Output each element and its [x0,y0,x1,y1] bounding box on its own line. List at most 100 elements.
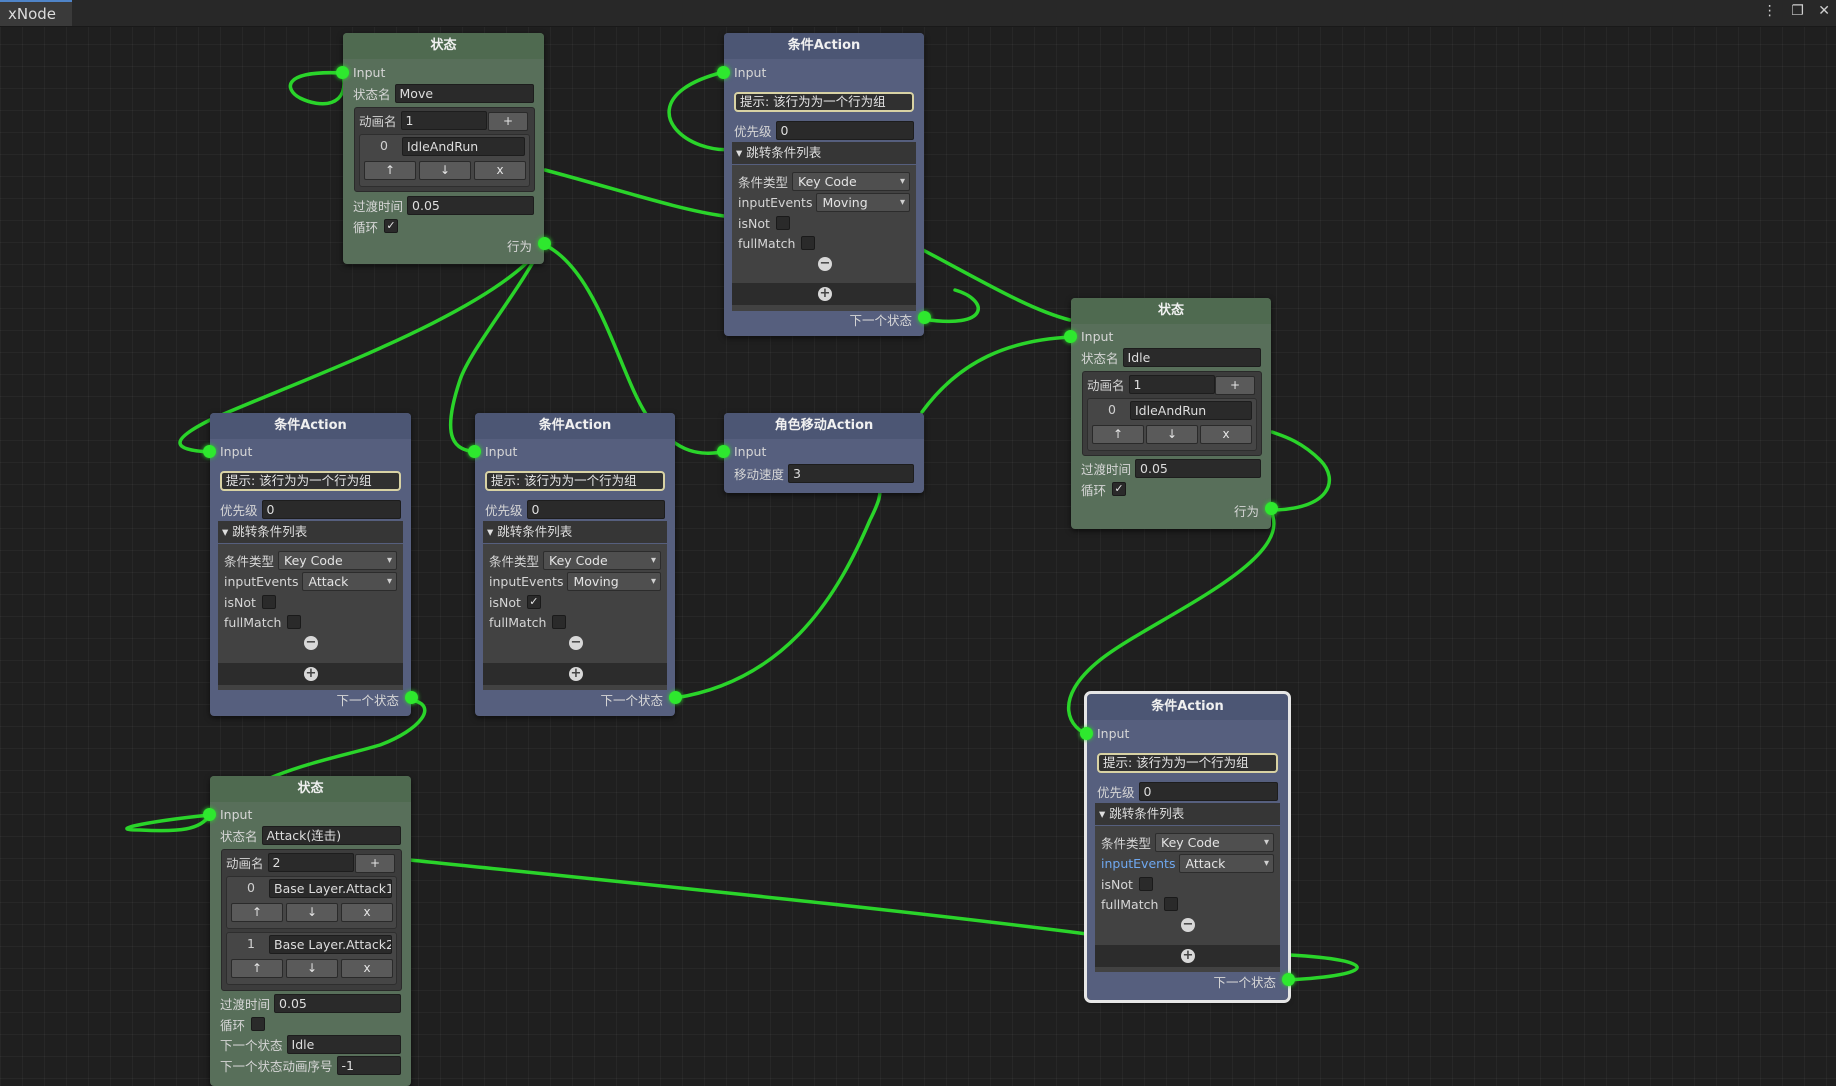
add-anim-button[interactable]: + [488,112,528,131]
cond-type-dropdown[interactable]: Key Code [278,550,397,570]
transition-field[interactable]: 0.05 [407,195,534,215]
add-condition-bar[interactable]: + [1095,945,1280,967]
input-port[interactable] [1080,727,1093,740]
fullmatch-checkbox[interactable] [287,615,302,629]
transition-field[interactable]: 0.05 [274,993,401,1013]
output-port[interactable] [669,691,682,704]
input-port[interactable] [203,808,216,821]
loop-checkbox[interactable]: ✓ [384,219,399,233]
add-condition-button[interactable]: + [304,667,318,681]
input-port[interactable] [336,66,349,79]
node-title[interactable]: 条件Action [1087,694,1288,720]
output-port[interactable] [1265,502,1278,515]
node-title[interactable]: 状态 [210,776,411,802]
fullmatch-checkbox[interactable] [552,615,567,629]
add-condition-button[interactable]: + [569,667,583,681]
cond-type-dropdown[interactable]: Key Code [1155,832,1274,852]
state-name-field[interactable]: Move [394,83,534,103]
add-condition-bar[interactable]: + [483,663,667,685]
priority-field[interactable]: 0 [775,120,914,140]
remove-condition-button[interactable]: − [569,636,583,650]
cond-type-dropdown[interactable]: Key Code [792,171,910,191]
priority-field[interactable]: 0 [526,499,665,519]
input-events-dropdown[interactable]: Attack [1179,853,1274,873]
condition-action-node-top[interactable]: 条件Action Input 提示: 该行为为一个行为组 优先级 0 ▾ 跳转条… [717,33,931,336]
state-node-move[interactable]: 状态 Input 状态名 Move 动画名 1 + 0 IdleAndRun ↑… [336,33,551,264]
isnot-checkbox[interactable] [775,216,790,230]
menu-icon[interactable]: ⋮ [1763,3,1777,19]
condition-action-node-attack[interactable]: 条件Action Input 提示: 该行为为一个行为组 优先级 0 ▾ 跳转条… [203,413,418,716]
input-port[interactable] [717,66,730,79]
node-title[interactable]: 条件Action [475,413,675,439]
loop-checkbox[interactable]: ✓ [1112,482,1127,496]
isnot-checkbox[interactable] [261,595,276,609]
condition-list-foldout[interactable]: ▾ 跳转条件列表 [218,521,403,543]
add-condition-bar[interactable]: + [218,663,403,685]
anim-count-field[interactable]: 2 [267,852,354,872]
anim-item-name[interactable]: Base Layer.Attack1 [269,879,392,898]
isnot-checkbox[interactable] [1138,877,1153,891]
anim-item-name[interactable]: IdleAndRun [1130,401,1252,420]
input-events-dropdown[interactable]: Moving [567,571,661,591]
output-port[interactable] [918,311,931,324]
delete-anim-button[interactable]: x [341,903,393,922]
move-down-button[interactable]: ↓ [286,903,338,922]
node-title[interactable]: 条件Action [210,413,411,439]
maximize-icon[interactable]: ❐ [1791,3,1804,19]
move-up-button[interactable]: ↑ [231,959,283,978]
condition-list-foldout[interactable]: ▾ 跳转条件列表 [483,521,667,543]
cond-type-dropdown[interactable]: Key Code [543,550,661,570]
condition-action-node-moving[interactable]: 条件Action Input 提示: 该行为为一个行为组 优先级 0 ▾ 跳转条… [468,413,682,716]
remove-condition-button[interactable]: − [1181,918,1195,932]
state-node-attack[interactable]: 状态 Input 状态名 Attack(连击) 动画名 2 + 0 Base L… [203,776,411,1086]
output-port[interactable] [1282,973,1295,986]
speed-field[interactable]: 3 [788,463,914,483]
isnot-checkbox[interactable]: ✓ [526,595,541,609]
condition-list-foldout[interactable]: ▾ 跳转条件列表 [1095,803,1280,825]
node-title[interactable]: 状态 [1071,298,1271,324]
state-name-field[interactable]: Idle [1122,347,1261,367]
anim-item-name[interactable]: IdleAndRun [402,137,525,156]
xnode-tab[interactable]: xNode [0,0,73,26]
node-title[interactable]: 条件Action [724,33,924,59]
add-condition-bar[interactable]: + [732,283,916,305]
condition-list-foldout[interactable]: ▾ 跳转条件列表 [732,142,916,164]
input-port[interactable] [1064,330,1077,343]
condition-action-node-selected[interactable]: 条件Action Input 提示: 该行为为一个行为组 优先级 0 ▾ 跳转条… [1080,691,1295,1003]
add-condition-button[interactable]: + [818,287,832,301]
fullmatch-checkbox[interactable] [1164,897,1179,911]
priority-field[interactable]: 0 [1138,781,1278,801]
next-state-field[interactable]: Idle [286,1034,401,1054]
priority-field[interactable]: 0 [261,499,401,519]
input-port[interactable] [717,445,730,458]
remove-condition-button[interactable]: − [304,636,318,650]
input-events-dropdown[interactable]: Attack [302,571,397,591]
input-port[interactable] [203,445,216,458]
node-title[interactable]: 角色移动Action [724,413,924,439]
anim-count-field[interactable]: 1 [400,110,487,130]
next-anim-field[interactable]: -1 [336,1055,401,1075]
fullmatch-checkbox[interactable] [801,236,816,250]
delete-anim-button[interactable]: x [341,959,393,978]
move-down-button[interactable]: ↓ [286,959,338,978]
transition-field[interactable]: 0.05 [1135,458,1261,478]
move-down-button[interactable]: ↓ [419,161,471,180]
add-anim-button[interactable]: + [355,854,395,873]
state-node-idle[interactable]: 状态 Input 状态名 Idle 动画名 1 + 0 IdleAndRun ↑… [1064,298,1278,529]
node-title[interactable]: 状态 [343,33,544,59]
delete-anim-button[interactable]: x [1200,425,1252,444]
move-down-button[interactable]: ↓ [1146,425,1198,444]
remove-condition-button[interactable]: − [818,257,832,271]
anim-count-field[interactable]: 1 [1128,374,1215,394]
move-up-button[interactable]: ↑ [364,161,416,180]
state-name-field[interactable]: Attack(连击) [261,825,401,845]
input-events-dropdown[interactable]: Moving [816,192,910,212]
move-up-button[interactable]: ↑ [1092,425,1144,444]
character-move-action-node[interactable]: 角色移动Action Input 移动速度 3 [717,413,924,493]
add-anim-button[interactable]: + [1215,376,1255,395]
output-port[interactable] [538,237,551,250]
add-condition-button[interactable]: + [1181,949,1195,963]
close-icon[interactable]: ✕ [1818,3,1830,19]
delete-anim-button[interactable]: x [474,161,526,180]
input-port[interactable] [468,445,481,458]
